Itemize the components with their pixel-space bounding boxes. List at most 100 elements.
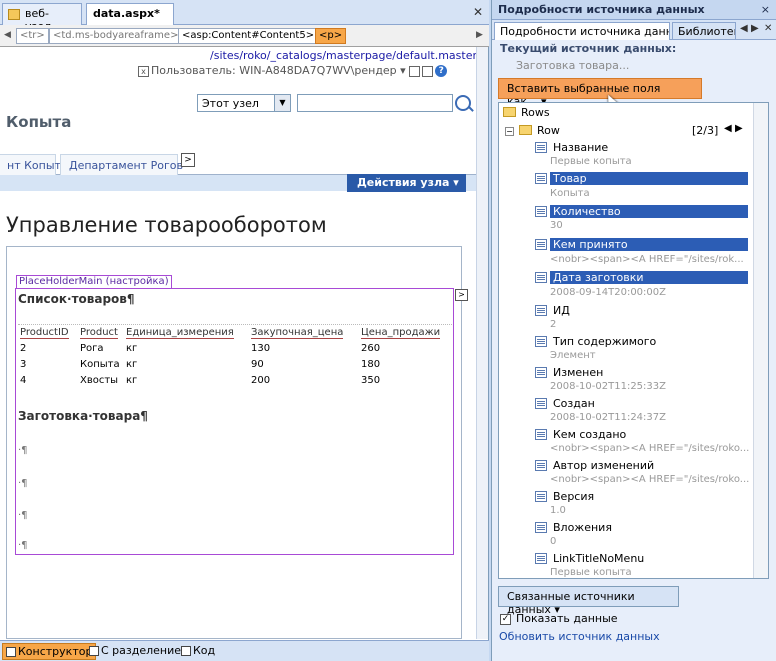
field-value: Первые копыта [550, 156, 632, 167]
tab-web-node[interactable]: веб-узел [2, 3, 82, 33]
field-icon [535, 553, 547, 564]
row-prev-icon[interactable]: ◀ [724, 123, 732, 134]
panel-tabs: Подробности источника данных Библиотек ◀… [492, 20, 776, 40]
chevron-down-icon: ▼ [274, 95, 290, 111]
tab-data-source-details[interactable]: Подробности источника данных [494, 22, 670, 40]
split-view-icon [89, 646, 99, 656]
panel-title: Подробности источника данных × [492, 0, 776, 20]
field-icon [535, 272, 547, 283]
tab-design[interactable]: Конструктор [2, 643, 97, 660]
linked-sources-button[interactable]: Связанные источники данных ▾ [498, 586, 679, 616]
close-icon[interactable]: × [761, 3, 770, 16]
field-icon [535, 336, 547, 347]
design-surface[interactable]: /sites/roko/_catalogs/masterpage/default… [0, 47, 477, 639]
placeholder-label[interactable]: PlaceHolderMain (настройка) [16, 275, 172, 289]
field-icon [535, 398, 547, 409]
tag-asp-content[interactable]: <asp:Content#Content5> [178, 28, 319, 44]
field-icon [535, 491, 547, 502]
field-value: Первые копыта [550, 567, 632, 578]
field-value: 2 [550, 319, 557, 330]
field-value: Элемент [550, 350, 596, 361]
search-input[interactable] [297, 94, 453, 112]
tag-td[interactable]: <td.ms-bodyareaframe> [49, 28, 183, 44]
empty-paragraph[interactable]: ·¶ [18, 445, 28, 456]
field-value: 1.0 [550, 505, 566, 516]
table-header: ProductID Product Единица_измерения Заку… [20, 327, 441, 339]
user-menu[interactable]: x Пользователь: WIN-A848DA7Q7WV\рендер ▾ … [138, 64, 448, 77]
show-data-checkbox[interactable]: ✓ Показать данные [500, 612, 618, 625]
refresh-source-link[interactable]: Обновить источник данных [499, 630, 660, 643]
data-source-panel: Подробности источника данных × Подробност… [491, 0, 776, 661]
row-next-icon[interactable]: ▶ [735, 123, 743, 134]
tab-split[interactable]: С разделением [86, 643, 192, 660]
field-icon [535, 239, 547, 250]
nav-item-kopyt[interactable]: нт Копыт [0, 154, 61, 175]
site-icon [8, 9, 20, 20]
document-tabs: веб-узел data.aspx* ✕ [0, 0, 489, 33]
table-row: 4 Хвосты кг 200 350 [20, 375, 381, 386]
close-document-icon[interactable]: ✕ [473, 5, 483, 19]
tab-scroll-left-icon[interactable]: ◀ [740, 23, 748, 34]
placeholder-menu-icon[interactable]: > [455, 289, 468, 301]
box-icon [422, 65, 434, 77]
tree-scrollbar[interactable] [753, 103, 768, 578]
top-nav: нт Копыт Департамент Рогов [0, 151, 477, 175]
design-scrollbar[interactable] [476, 47, 488, 639]
tab-data-aspx[interactable]: data.aspx* [86, 3, 174, 26]
help-icon: ? [435, 65, 448, 77]
help-box-icon: x [138, 65, 149, 77]
field-value: 0 [550, 536, 557, 547]
products-table: ProductID Product Единица_измерения Заку… [18, 324, 452, 386]
nav-item-rogov[interactable]: Департамент Рогов [60, 154, 183, 175]
code-view-icon [181, 646, 191, 656]
site-title: Копыта [6, 113, 72, 131]
table-row: 3 Копыта кг 90 180 [20, 359, 381, 370]
row-pager: [2/3] [692, 124, 719, 137]
field-value: Копыта [550, 188, 590, 199]
field-value: <nobr><span><A HREF="/sites/roko... [550, 443, 750, 454]
current-source-link[interactable]: Заготовка товара... [516, 59, 629, 72]
tab-code[interactable]: Код [178, 643, 218, 660]
empty-paragraph[interactable]: ·¶ [18, 510, 28, 521]
field-icon [535, 305, 547, 316]
tag-p[interactable]: <p> [315, 28, 347, 44]
current-source-label: Текущий источник данных: [500, 42, 677, 55]
tag-tr[interactable]: <tr> [16, 28, 49, 44]
empty-paragraph[interactable]: ·¶ [18, 540, 28, 551]
section-heading: Заготовка·товара¶ [18, 409, 148, 423]
field-icon [535, 429, 547, 440]
empty-paragraph[interactable]: ·¶ [18, 478, 28, 489]
view-tabs: Конструктор С разделением Код [0, 640, 489, 661]
table-row: 2 Рога кг 130 260 [20, 343, 381, 354]
tag-next-icon[interactable]: ▶ [476, 30, 483, 40]
field-icon [535, 142, 547, 153]
search-scope-select[interactable]: Этот узел ▼ [197, 94, 291, 112]
folder-icon [519, 125, 532, 135]
tag-prev-icon[interactable]: ◀ [4, 30, 11, 40]
field-value: <nobr><span><A HREF="/sites/roko... [550, 474, 750, 485]
quick-tag-selector: ◀ <tr> <td.ms-bodyareaframe> <asp:Conten… [0, 25, 489, 47]
field-value: <nobr><span><A HREF="/sites/rok... [550, 254, 744, 265]
nav-expand-icon[interactable]: > [181, 153, 195, 167]
close-icon[interactable]: ✕ [764, 23, 772, 34]
collapse-icon[interactable]: − [505, 127, 514, 136]
checkbox-checked-icon: ✓ [500, 613, 511, 625]
insert-fields-button[interactable]: Вставить выбранные поля как... ▾ [498, 78, 702, 108]
page-title: Управление товарооборотом [6, 213, 327, 237]
field-icon [535, 173, 547, 184]
field-value: 2008-10-02T11:25:33Z [550, 381, 666, 392]
site-actions-button[interactable]: Действия узла ▾ [347, 174, 466, 192]
tab-scroll-right-icon[interactable]: ▶ [751, 23, 759, 34]
tab-library[interactable]: Библиотек [672, 22, 736, 40]
toggle-icon [409, 65, 421, 77]
field-icon [535, 206, 547, 217]
master-page-path[interactable]: /sites/roko/_catalogs/masterpage/default… [210, 49, 477, 62]
search-icon[interactable] [455, 95, 471, 111]
field-icon [535, 367, 547, 378]
editor-pane: веб-узел data.aspx* ✕ ◀ <tr> <td.ms-body… [0, 0, 489, 661]
design-view-icon [6, 647, 16, 657]
data-source-tree[interactable]: Rows − Row [2/3] ◀ ▶ Название Первые коп… [498, 102, 769, 579]
list-heading: Список·товаров¶ [18, 292, 135, 306]
folder-icon [503, 107, 516, 117]
field-value: 30 [550, 220, 563, 231]
